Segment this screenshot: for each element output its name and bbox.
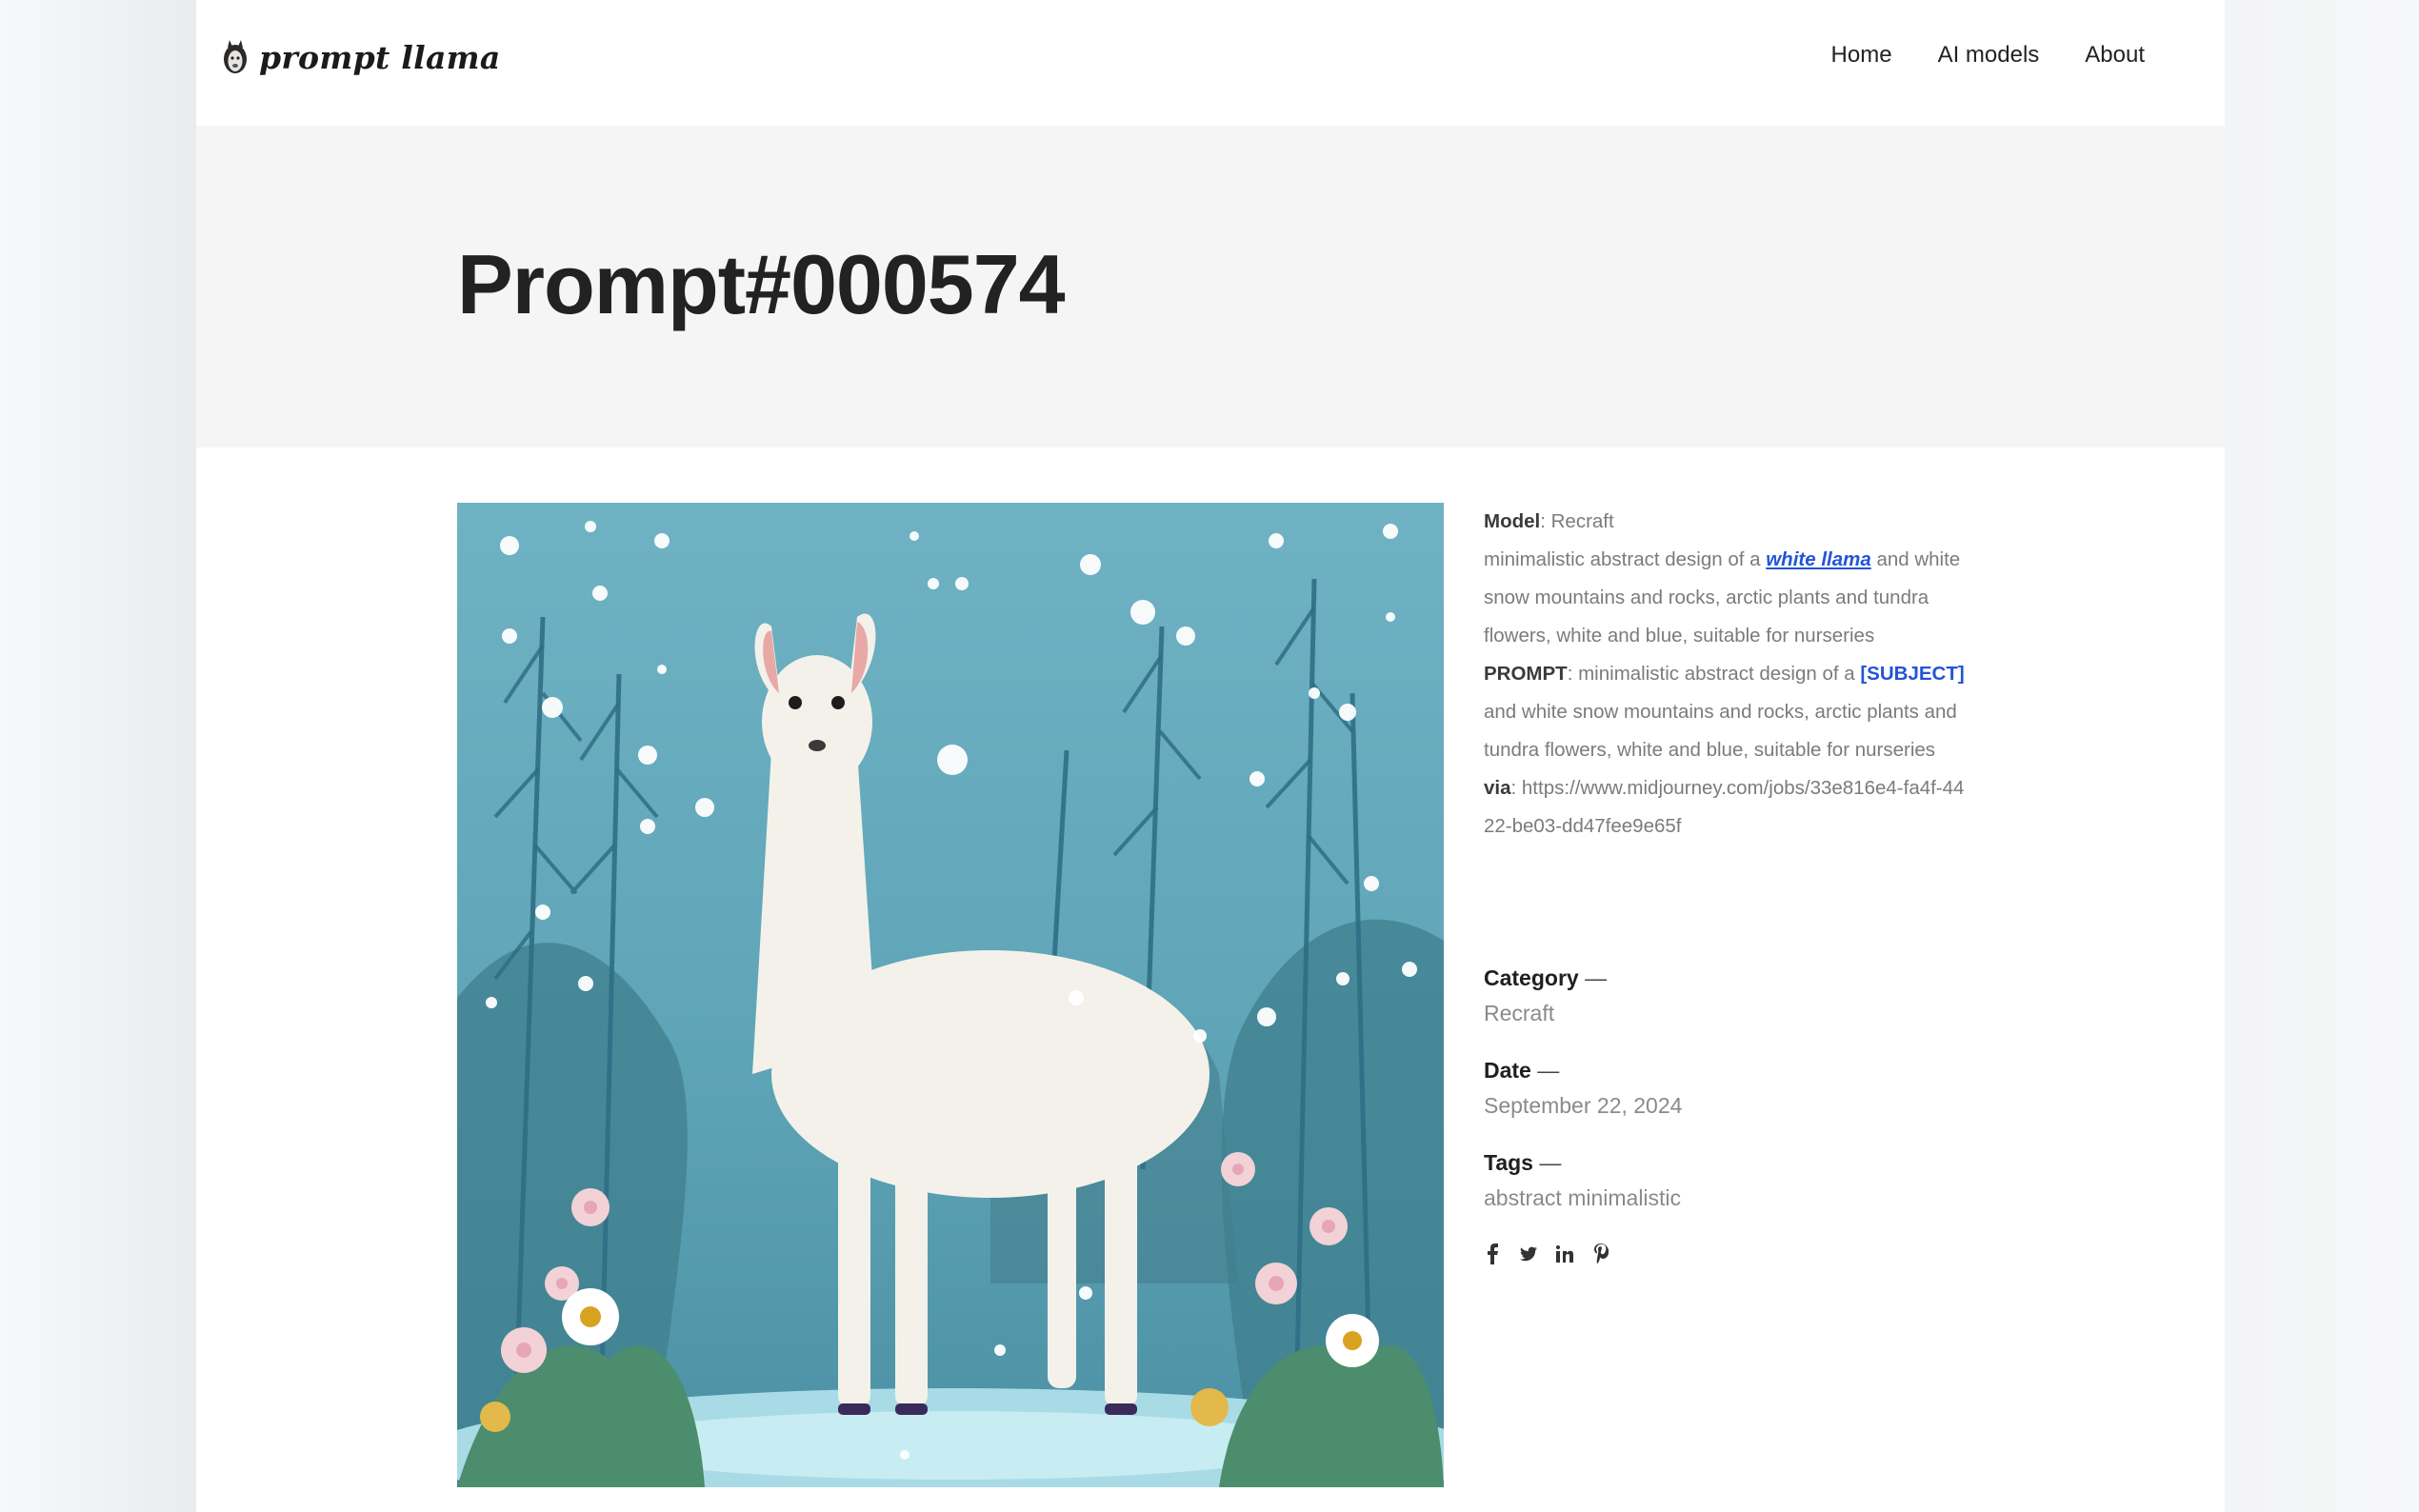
date-label-row: Date —: [1484, 1058, 1960, 1084]
date-value: September 22, 2024: [1484, 1093, 1683, 1118]
page-title: Prompt#000574: [457, 237, 1066, 331]
prompt-suffix: and white snow mountains and rocks, arct…: [1484, 701, 1957, 761]
nav-about-link[interactable]: About: [2085, 42, 2145, 69]
prompt-prefix: minimalistic abstract design of a: [1578, 663, 1861, 685]
llama-logo-icon: [224, 40, 247, 73]
tags-label-row: Tags —: [1484, 1150, 1960, 1176]
social-share: [1484, 1243, 1609, 1264]
prompt-image[interactable]: [457, 503, 1444, 1487]
facebook-icon[interactable]: [1484, 1243, 1501, 1264]
prompt-details: Model: Recraft minimalistic abstract des…: [1484, 503, 1969, 846]
tags-label: Tags: [1484, 1150, 1533, 1175]
page-background-right: [2225, 0, 2419, 1512]
site-header: prompt llama Home AI models About: [196, 0, 2225, 126]
white-llama-illustration: [457, 503, 1444, 1487]
tags-dash: —: [1539, 1150, 1562, 1175]
via-label: via: [1484, 777, 1511, 799]
model-line: Model: Recraft: [1484, 510, 1614, 532]
nav-home-link[interactable]: Home: [1831, 42, 1892, 69]
description-prefix: minimalistic abstract design of a: [1484, 548, 1767, 570]
site-logo-text: prompt llama: [259, 38, 501, 76]
category-value[interactable]: Recraft: [1484, 1001, 1960, 1026]
date-block: Date — September 22, 2024: [1484, 1058, 1960, 1119]
via-line: via: https://www.midjourney.com/jobs/33e…: [1484, 777, 1965, 837]
category-block: Category — Recraft: [1484, 965, 1960, 1026]
date-dash: —: [1537, 1058, 1560, 1083]
tags-block: Tags — abstract minimalistic: [1484, 1150, 1960, 1211]
via-link[interactable]: https://www.midjourney.com/jobs/33e816e4…: [1484, 777, 1964, 837]
prompt-subject-placeholder: [SUBJECT]: [1860, 663, 1965, 685]
category-label-row: Category —: [1484, 965, 1960, 991]
prompt-template-line: PROMPT: minimalistic abstract design of …: [1484, 663, 1965, 761]
prompt-label: PROMPT: [1484, 663, 1568, 685]
tags-value[interactable]: abstract minimalistic: [1484, 1185, 1960, 1211]
category-label: Category: [1484, 965, 1579, 990]
page-frame: prompt llama Home AI models About Prompt…: [196, 0, 2225, 1512]
category-dash: —: [1585, 965, 1608, 990]
page-background-left: [0, 0, 196, 1512]
main-nav: Home AI models About: [1831, 42, 2145, 69]
nav-ai-models-link[interactable]: AI models: [1938, 42, 2040, 69]
description-text: minimalistic abstract design of a white …: [1484, 541, 1969, 655]
model-label: Model: [1484, 510, 1541, 532]
linkedin-icon[interactable]: [1556, 1243, 1573, 1264]
site-logo[interactable]: prompt llama: [221, 38, 501, 76]
subject-link[interactable]: white llama: [1766, 548, 1871, 570]
pinterest-icon[interactable]: [1592, 1243, 1609, 1264]
model-value: Recraft: [1550, 510, 1614, 532]
twitter-icon[interactable]: [1520, 1243, 1537, 1264]
title-band: Prompt#000574: [196, 126, 2225, 448]
date-label: Date: [1484, 1058, 1531, 1083]
